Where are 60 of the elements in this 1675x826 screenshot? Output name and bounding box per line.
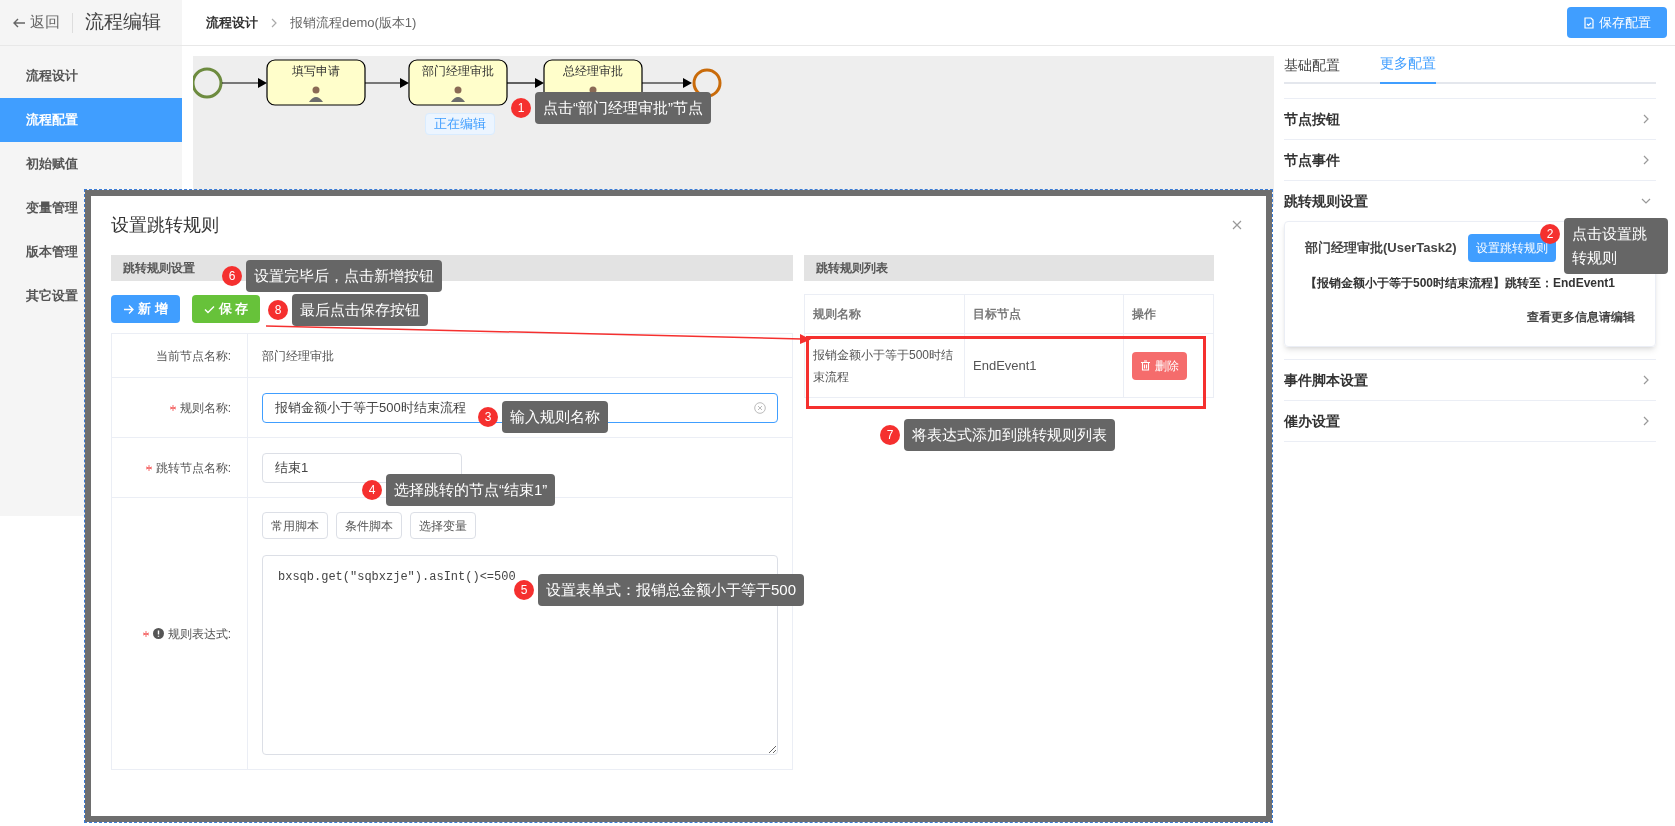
back-button[interactable]: 返回	[12, 11, 60, 34]
end-event	[692, 68, 722, 98]
field-label: 当前节点名称:	[155, 347, 231, 365]
breadcrumb-link[interactable]: 流程设计	[206, 12, 258, 33]
annotation-tooltip: 点击设置跳转规则	[1564, 218, 1668, 274]
task-label: 填写申请	[292, 64, 340, 78]
table-cell-text: 报销金额小于等于500时结束流程	[813, 346, 955, 386]
task-label: 部门经理审批	[422, 64, 494, 78]
step-number: 2	[1540, 224, 1560, 244]
accordion-header[interactable]: 节点按钮	[1284, 99, 1656, 139]
tab[interactable]: 基础配置	[1284, 55, 1340, 84]
rule-summary: 【报销金额小于等于500时结束流程】跳转至：EndEvent1	[1305, 275, 1617, 292]
task-label: 总经理审批	[563, 64, 623, 78]
field-label: 规则表达式:	[167, 625, 231, 643]
script-tool-button[interactable]: 选择变量	[410, 512, 476, 539]
field-label: 跳转节点名称:	[155, 459, 231, 477]
accordion-header[interactable]: 节点事件	[1284, 140, 1656, 180]
section-header: 跳转规则列表	[804, 255, 1214, 281]
script-tool-button[interactable]: 条件脚本	[336, 512, 402, 539]
sidebar-item[interactable]: 流程设计	[0, 54, 182, 98]
check-icon	[203, 303, 215, 315]
column-header: 操作	[1132, 306, 1156, 323]
accordion-header[interactable]: 催办设置	[1284, 401, 1656, 441]
annotation-tooltip: 设置完毕后，点击新增按钮	[246, 260, 442, 292]
editing-badge: 正在编辑	[425, 113, 495, 135]
page-title: 流程编辑	[85, 10, 161, 35]
flow-arrow	[364, 78, 409, 88]
node-name: 部门经理审批(UserTask2)	[1305, 239, 1457, 258]
sidebar-item[interactable]: 初始赋值	[0, 142, 182, 186]
more-info-link[interactable]: 查看更多信息请编辑	[1527, 308, 1635, 326]
person-icon	[309, 86, 323, 102]
annotation-tooltip: 输入规则名称	[502, 401, 608, 433]
person-icon	[451, 86, 465, 102]
annotation-tooltip: 选择跳转的节点“结束1”	[386, 474, 556, 506]
annotation-tooltip: 最后点击保存按钮	[292, 294, 428, 326]
breadcrumb-current: 报销流程demo(版本1)	[290, 13, 417, 32]
close-icon[interactable]	[1232, 220, 1242, 230]
breadcrumb-separator-icon	[270, 17, 278, 28]
field-label: 规则名称:	[179, 399, 231, 417]
script-tool-button[interactable]: 常用脚本	[262, 512, 328, 539]
annotation-tooltip: 点击“部门经理审批”节点	[535, 92, 711, 124]
start-event	[193, 67, 223, 99]
column-header: 目标节点	[973, 306, 1021, 323]
task-node[interactable]	[266, 59, 366, 106]
flow-arrow	[641, 78, 692, 88]
annotation-tooltip: 将表达式添加到跳转规则列表	[904, 419, 1115, 451]
accordion-header[interactable]: 事件脚本设置	[1284, 360, 1656, 400]
table-cell-text: EndEvent1	[973, 356, 1037, 375]
flow-arrow	[506, 78, 544, 88]
accordion-header[interactable]: 跳转规则设置	[1284, 181, 1656, 221]
arrow-right-icon	[123, 303, 134, 315]
info-icon	[152, 628, 164, 639]
task-node[interactable]	[408, 59, 508, 106]
flow-arrow	[221, 78, 267, 88]
document-icon	[1583, 16, 1595, 29]
dialog-title: 设置跳转规则	[111, 214, 219, 237]
annotation-tooltip: 设置表单式：报销总金额小于等于500	[538, 574, 805, 606]
field-value: 部门经理审批	[262, 347, 334, 365]
trash-icon	[1140, 360, 1151, 371]
column-header: 规则名称	[813, 306, 861, 323]
